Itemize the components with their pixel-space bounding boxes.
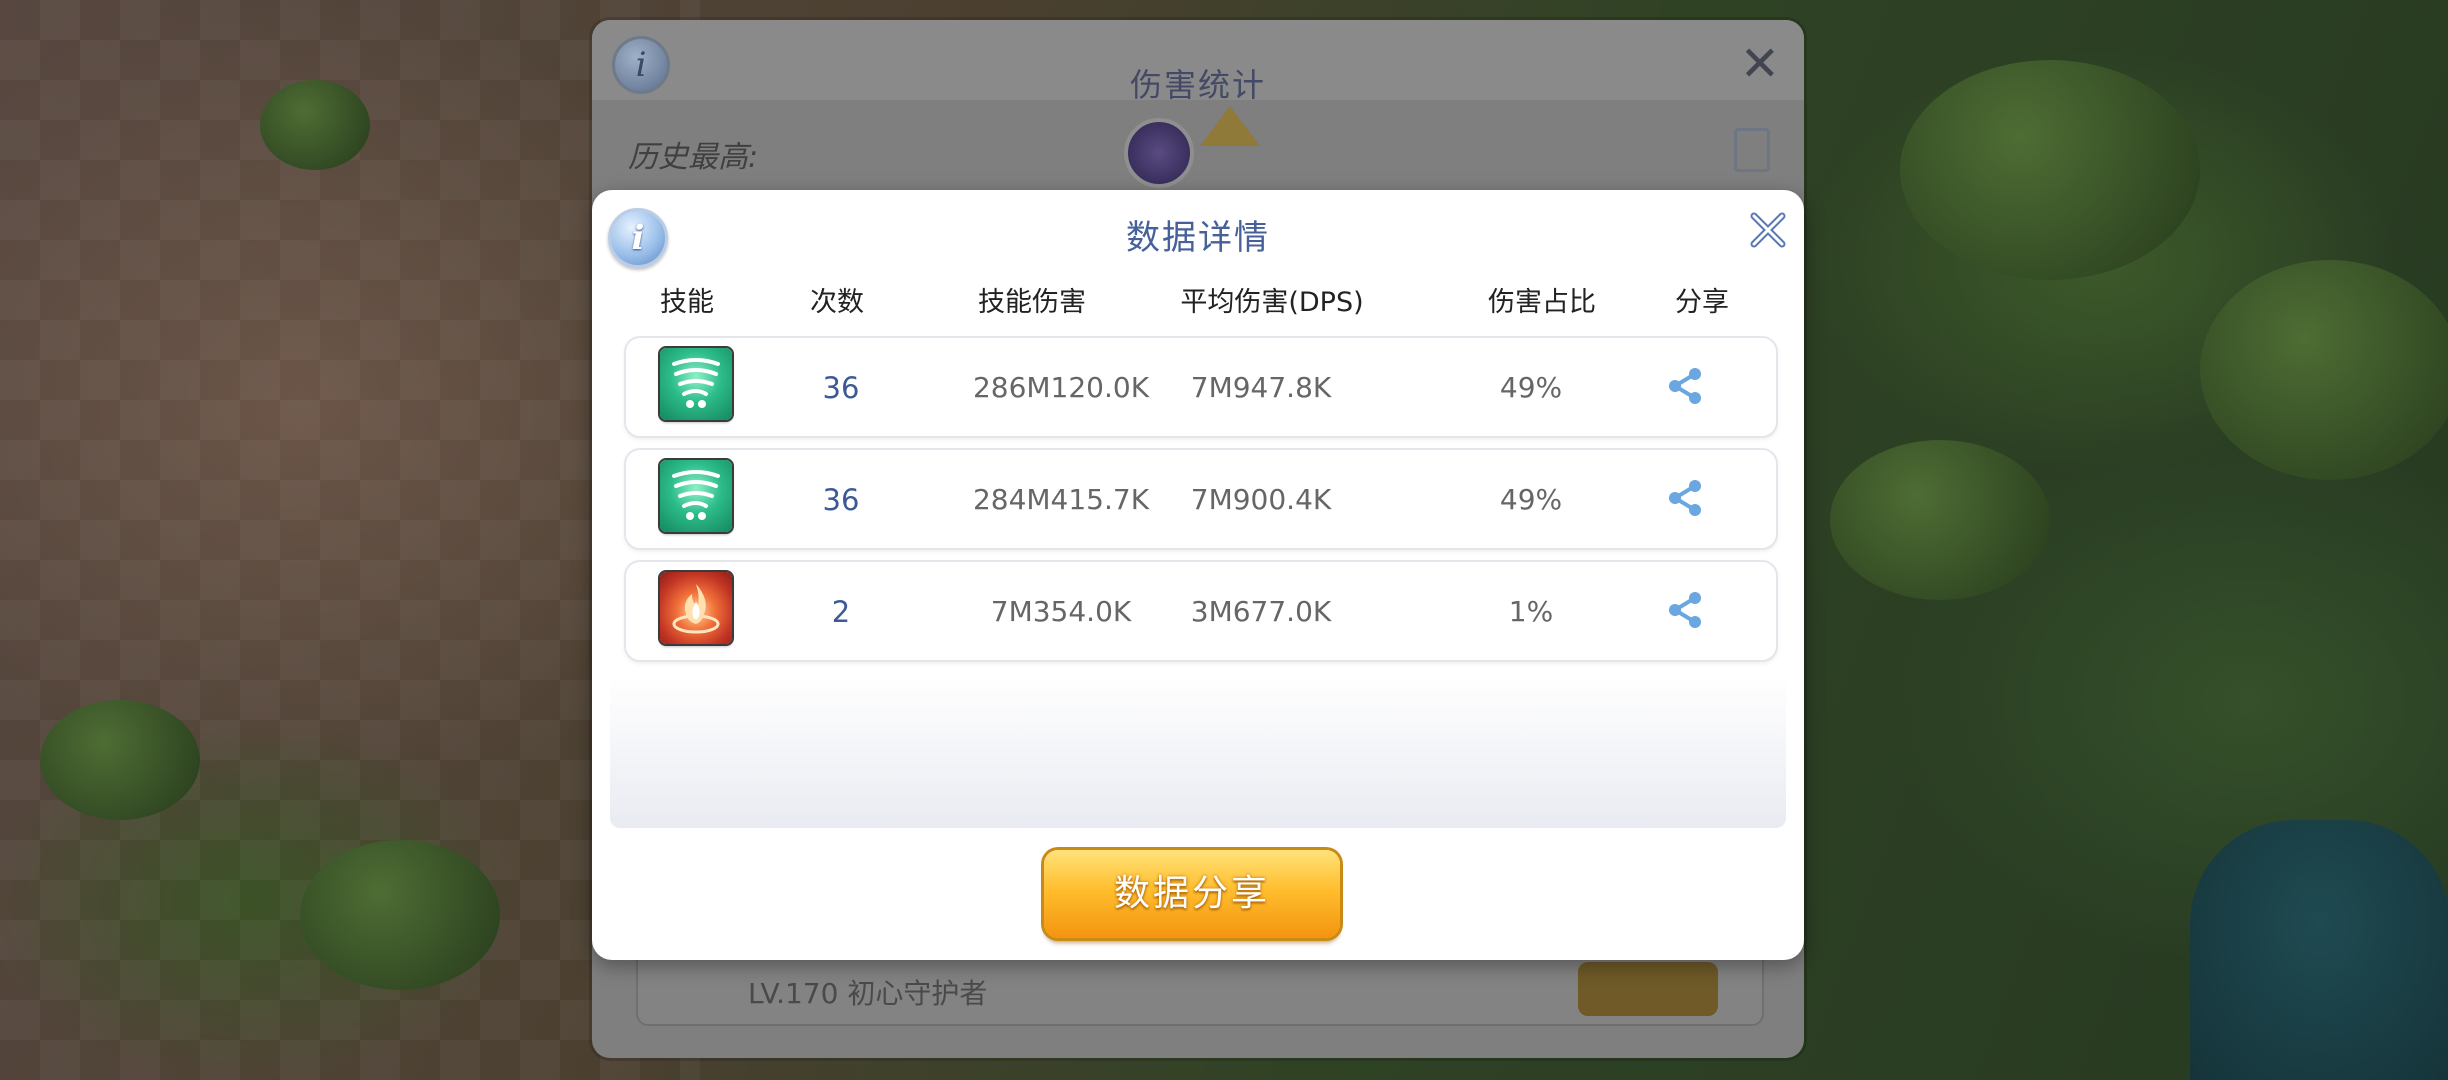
skill-table[interactable]: 36 286M120.0K 7M947.8K 49% 36 284M415.7K… <box>610 320 1786 828</box>
crown-icon <box>1200 106 1260 146</box>
wind-skill-icon <box>660 348 732 420</box>
column-header-damage-share: 伤害占比 <box>1488 287 1596 318</box>
hit-count: 2 <box>831 595 851 629</box>
bush <box>1830 440 2050 600</box>
damage-ratio-value: 49% <box>1499 483 1563 516</box>
column-header-skill: 技能 <box>660 287 714 318</box>
emblem-icon <box>1124 118 1194 188</box>
column-header-avg-damage: 平均伤害(DPS) <box>1180 287 1364 318</box>
share-icon[interactable] <box>1665 590 1705 630</box>
wind-skill-icon <box>660 460 732 532</box>
close-icon <box>1750 212 1786 248</box>
player-row-button <box>1578 962 1718 1016</box>
table-row: 36 286M120.0K 7M947.8K 49% <box>624 336 1778 438</box>
dialog-title: 数据详情 <box>1126 218 1270 258</box>
fire-skill-icon <box>660 572 732 644</box>
pond <box>2190 820 2448 1080</box>
tree-canopy <box>2200 260 2448 480</box>
bush <box>40 700 200 820</box>
data-share-button[interactable]: 数据分享 <box>1044 850 1340 938</box>
share-icon[interactable] <box>1665 366 1705 406</box>
bush <box>300 840 500 990</box>
avg-damage-value: 3M677.0K <box>1190 595 1332 628</box>
column-header-count: 次数 <box>810 287 864 318</box>
hit-count: 36 <box>822 483 860 517</box>
column-header-share: 分享 <box>1675 287 1729 318</box>
bush <box>260 80 370 170</box>
close-icon: ✕ <box>1739 36 1780 92</box>
player-level-name: LV.170 初心守护者 <box>748 977 988 1010</box>
damage-ratio-value: 1% <box>1508 595 1554 628</box>
panel-title: 伤害统计 <box>1129 66 1266 104</box>
tree-canopy <box>1900 60 2200 280</box>
close-button[interactable] <box>1746 208 1790 252</box>
column-header-skill-damage: 技能伤害 <box>978 287 1086 318</box>
avg-damage-value: 7M900.4K <box>1190 483 1332 516</box>
history-best-label: 历史最高: <box>628 140 759 175</box>
table-row: 36 284M415.7K 7M900.4K 49% <box>624 448 1778 550</box>
data-details-dialog: i 数据详情 技能 次数 技能伤害 平均伤害(DPS) 伤害占比 分享 36 2… <box>592 190 1804 960</box>
share-icon[interactable] <box>1665 478 1705 518</box>
hit-count: 36 <box>822 371 860 405</box>
trash-icon <box>1734 128 1770 172</box>
table-row: 2 7M354.0K 3M677.0K 1% <box>624 560 1778 662</box>
damage-ratio-value: 49% <box>1499 371 1563 404</box>
avg-damage-value: 7M947.8K <box>1190 371 1332 404</box>
